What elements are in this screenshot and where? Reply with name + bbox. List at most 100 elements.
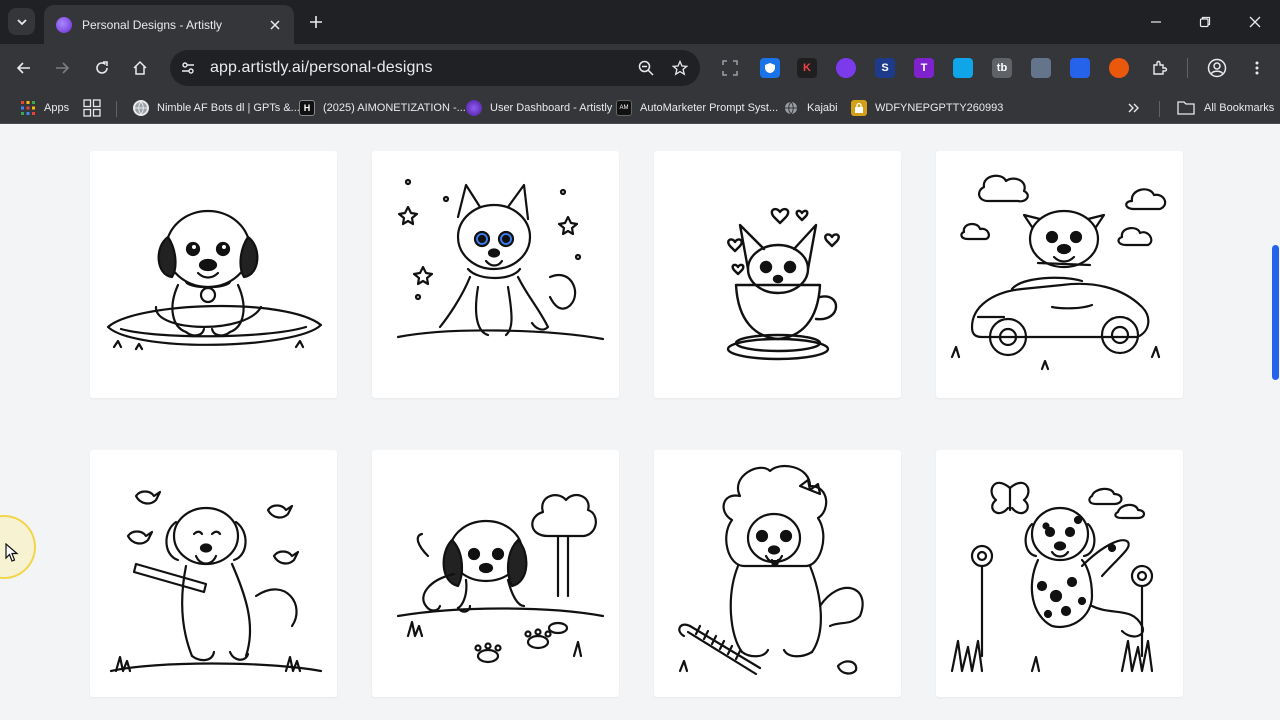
tab-strip: Personal Designs - Artistly xyxy=(0,0,1280,44)
bookmark-artistly-dashboard[interactable]: User Dashboard - Artistly xyxy=(466,98,612,118)
bookmark-separator xyxy=(116,101,117,117)
design-card[interactable] xyxy=(90,450,337,697)
all-bookmarks-label: All Bookmarks xyxy=(1204,102,1275,114)
close-window-button[interactable] xyxy=(1241,8,1269,36)
home-button[interactable] xyxy=(126,54,154,82)
all-bookmarks-button[interactable]: All Bookmarks xyxy=(1177,98,1274,118)
personal-designs-page xyxy=(0,124,1280,720)
browser-toolbar: app.artistly.ai/personal-designs K S Ttb xyxy=(0,44,1280,92)
puppy-pawprints-image xyxy=(396,493,605,664)
bookmark-star-button[interactable] xyxy=(666,54,694,82)
reload-button[interactable] xyxy=(88,54,116,82)
plus-icon xyxy=(310,16,322,28)
dalmatian-butterfly-image xyxy=(950,481,1154,673)
chevron-down-icon xyxy=(16,18,27,25)
design-card[interactable] xyxy=(372,151,619,398)
design-card[interactable] xyxy=(654,450,901,697)
image-extension-icon[interactable] xyxy=(953,58,973,78)
bookmark-automarketer[interactable]: AM AutoMarketer Prompt Syst... xyxy=(616,98,778,118)
reload-icon xyxy=(96,61,108,74)
restore-icon xyxy=(1199,16,1211,28)
bookmark-wdfynep[interactable]: WDFYNEPGPTTY260993 xyxy=(851,98,1003,118)
chat-extension-icon[interactable] xyxy=(1109,58,1129,78)
puppy-on-blanket-image xyxy=(106,209,323,351)
minimize-button[interactable] xyxy=(1142,8,1170,36)
photo-extension-icon[interactable] xyxy=(1031,58,1051,78)
page-scrollbar-thumb[interactable] xyxy=(1272,245,1279,380)
globe-icon xyxy=(133,100,149,116)
design-card[interactable] xyxy=(936,450,1183,697)
bookmark-apps[interactable]: Apps xyxy=(20,98,69,118)
profile-button[interactable] xyxy=(1203,54,1231,82)
bookmark-separator xyxy=(1159,101,1160,117)
zoom-out-icon xyxy=(638,60,654,76)
bookmark-nimble[interactable]: Nimble AF Bots dl | GPTs &... xyxy=(133,98,300,118)
cube-extension-icon[interactable] xyxy=(1070,58,1090,78)
zoom-button[interactable] xyxy=(632,54,660,82)
tab-groups-button[interactable] xyxy=(83,98,101,118)
home-icon xyxy=(133,60,147,75)
bookmarks-bar: Apps Nimble AF Bots dl | GPTs &... H (20… xyxy=(0,92,1280,124)
puzzle-icon xyxy=(1153,60,1168,75)
double-chevron-right-icon xyxy=(1128,103,1139,113)
bookmark-label: Apps xyxy=(44,102,70,114)
new-tab-button[interactable] xyxy=(304,10,328,34)
tb-extension-icon[interactable]: tb xyxy=(992,58,1012,78)
artistly-favicon-icon xyxy=(56,16,72,33)
puppy-with-stick-image xyxy=(109,490,323,673)
back-button[interactable] xyxy=(10,54,38,82)
more-vert-icon xyxy=(1255,61,1259,75)
t-extension-icon[interactable]: T xyxy=(914,58,934,78)
lock-folder-icon xyxy=(851,100,867,116)
husky-puppy-stars-image xyxy=(396,178,605,341)
address-bar[interactable]: app.artistly.ai/personal-designs xyxy=(170,50,700,86)
tab-close-button[interactable] xyxy=(266,16,284,34)
artistly-icon xyxy=(466,100,482,116)
profile-icon xyxy=(1207,58,1227,78)
bookmark-kajabi[interactable]: Kajabi xyxy=(783,98,838,118)
tab-groups-icon xyxy=(83,99,101,117)
toolbar-divider xyxy=(1187,58,1188,78)
pug-in-car-image xyxy=(950,174,1167,371)
design-card[interactable] xyxy=(654,151,901,398)
eye-extension-icon[interactable] xyxy=(836,58,856,78)
star-icon xyxy=(672,60,688,76)
close-icon xyxy=(1249,16,1261,28)
chihuahua-teacup-image xyxy=(726,207,840,361)
close-icon xyxy=(270,19,280,30)
bookmark-label: User Dashboard - Artistly xyxy=(490,102,613,114)
apps-grid-icon xyxy=(20,100,36,116)
design-card[interactable] xyxy=(90,151,337,398)
bookmark-aimonetization[interactable]: H (2025) AIMONETIZATION -... xyxy=(299,98,466,118)
tab-search-button[interactable] xyxy=(8,8,35,35)
site-info-button[interactable] xyxy=(174,54,202,82)
url-text[interactable]: app.artistly.ai/personal-designs xyxy=(210,59,632,77)
bookmark-label: Kajabi xyxy=(807,102,838,114)
minimize-icon xyxy=(1151,21,1161,23)
extensions-button[interactable] xyxy=(1146,54,1174,82)
mouse-cursor-icon xyxy=(5,543,19,562)
s-extension-icon[interactable]: S xyxy=(875,58,895,78)
poodle-with-brush-image xyxy=(678,464,864,676)
globe-icon xyxy=(783,100,799,116)
bookmark-label: AutoMarketer Prompt Syst... xyxy=(640,102,779,114)
design-card[interactable] xyxy=(936,151,1183,398)
restore-button[interactable] xyxy=(1191,8,1219,36)
h-logo-icon: H xyxy=(299,100,315,116)
bookmark-label: (2025) AIMONETIZATION -... xyxy=(323,102,466,114)
tune-icon xyxy=(182,62,194,74)
menu-button[interactable] xyxy=(1243,54,1271,82)
more-bookmarks-button[interactable] xyxy=(1127,98,1141,118)
screenshot-extension-icon[interactable] xyxy=(720,58,740,78)
automarketer-icon: AM xyxy=(616,100,632,116)
active-tab[interactable]: Personal Designs - Artistly xyxy=(44,5,294,44)
shield-extension-icon[interactable] xyxy=(760,58,780,78)
arrow-left-icon xyxy=(16,62,30,74)
bookmark-label: Nimble AF Bots dl | GPTs &... xyxy=(157,102,300,114)
k-extension-icon[interactable]: K xyxy=(797,58,817,78)
bookmark-label: WDFYNEPGPTTY260993 xyxy=(875,102,1004,114)
design-card[interactable] xyxy=(372,450,619,697)
tab-title: Personal Designs - Artistly xyxy=(82,17,223,32)
forward-button[interactable] xyxy=(48,54,76,82)
folder-icon xyxy=(1177,101,1195,115)
